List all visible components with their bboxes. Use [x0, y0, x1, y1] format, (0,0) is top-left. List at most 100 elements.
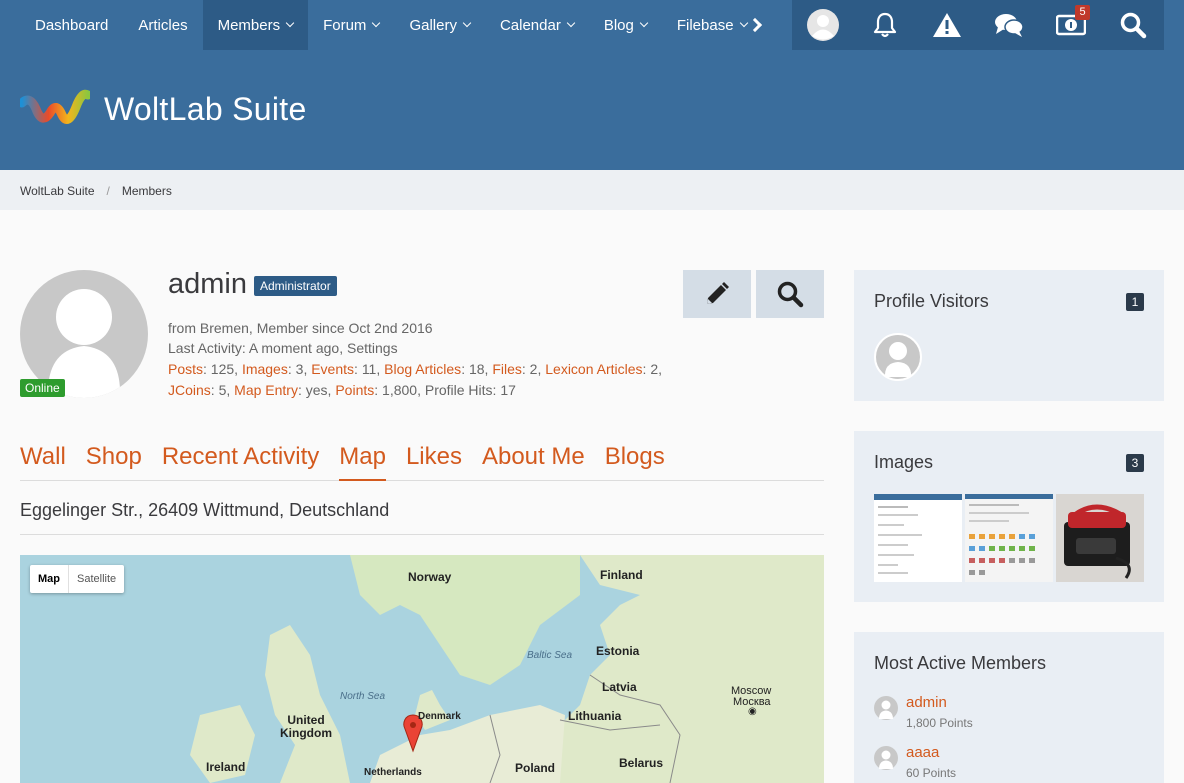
tab-blogs[interactable]: Blogs [605, 443, 665, 481]
most-active-members-title: Most Active Members [874, 653, 1047, 673]
stat-images-value: 3 [295, 361, 304, 377]
default-avatar-icon [874, 333, 922, 381]
tab-map[interactable]: Map [339, 443, 386, 481]
map-canvas [190, 555, 824, 783]
woltlab-logo-icon [20, 89, 90, 124]
map-label-norway: Norway [408, 570, 452, 584]
stat-images-link[interactable]: Images [242, 361, 288, 377]
profile-meta-line: from Bremen, Member since Oct 2nd 2016 [168, 320, 433, 336]
nav-item-forum[interactable]: Forum [308, 0, 394, 50]
breadcrumb: WoltLab Suite / Members [20, 184, 172, 198]
tab-recent-activity[interactable]: Recent Activity [162, 443, 319, 481]
map-label-baltic-sea: Baltic Sea [527, 650, 573, 661]
profile-address: Eggelinger Str., 26409 Wittmund, Deutsch… [20, 500, 824, 535]
stat-map-entry-link[interactable]: Map Entry [234, 382, 298, 398]
site-logo[interactable]: WoltLab Suite [20, 87, 307, 131]
image-thumbnail[interactable] [1056, 494, 1144, 582]
nav-item-dashboard[interactable]: Dashboard [20, 0, 123, 50]
stat-points-value: 1,800 [382, 382, 418, 398]
most-active-members-box: Most Active Members [854, 632, 1164, 783]
screenshot-thumbnail-icon [874, 494, 962, 582]
stat-blog-articles-value: 18 [468, 361, 485, 377]
chat-bubbles-icon [995, 14, 1024, 37]
stat-blog-articles-link[interactable]: Blog Articles [384, 361, 461, 377]
map-label-lithuania: Lithuania [568, 709, 622, 723]
user-menu-button[interactable] [792, 0, 854, 50]
conversations-button[interactable] [978, 0, 1040, 50]
nav-item-label: Gallery [409, 16, 457, 34]
tab-about-me[interactable]: About Me [482, 443, 585, 481]
stat-jcoins-link[interactable]: JCoins [168, 382, 211, 398]
profile-stats: Posts: 125, Images: 3, Events: 11, Blog … [168, 361, 662, 398]
nav-item-label: Filebase [676, 16, 734, 34]
profile-tabs: Wall Shop Recent Activity Map Likes Abou… [20, 443, 824, 481]
profile-visitors-title: Profile Visitors [874, 291, 989, 311]
tab-likes[interactable]: Likes [406, 443, 462, 481]
stat-lexicon-value: 2 [650, 361, 659, 377]
notification-count-badge: 5 [1075, 5, 1090, 20]
member-points: 1,800 Points [906, 716, 973, 730]
image-thumbnail[interactable] [874, 494, 962, 582]
breadcrumb-item-members[interactable]: Members [122, 184, 172, 198]
user-panel: 5 [792, 0, 1164, 50]
stat-map-entry-value: yes [305, 382, 328, 398]
default-avatar-icon[interactable] [874, 746, 898, 770]
breadcrumb-bar: WoltLab Suite / Members [0, 170, 1184, 210]
image-thumbnail[interactable] [965, 494, 1053, 582]
map-capital-marker-icon: ◉ [748, 706, 757, 717]
nav-item-blog[interactable]: Blog [589, 0, 662, 50]
chevron-down-icon [462, 18, 472, 28]
profile-activity-line: Last Activity: A moment ago, Settings [168, 340, 398, 356]
nav-item-members[interactable]: Members [202, 0, 309, 50]
map-label-latvia: Latvia [602, 680, 637, 694]
map-label-united-kingdom: United Kingdom [280, 713, 332, 740]
nav-item-gallery[interactable]: Gallery [394, 0, 485, 50]
notifications-button[interactable] [854, 0, 916, 50]
stat-events-link[interactable]: Events [311, 361, 354, 377]
user-search-button[interactable] [756, 270, 824, 318]
breadcrumb-item-home[interactable]: WoltLab Suite [20, 184, 95, 198]
nav-item-label: Dashboard [35, 16, 109, 34]
nav-item-calendar[interactable]: Calendar [485, 0, 589, 50]
stat-files-link[interactable]: Files [492, 361, 522, 377]
menu-scroll-right-icon[interactable] [745, 0, 769, 50]
stat-events-value: 11 [361, 361, 377, 377]
nav-item-label: Members [217, 16, 281, 34]
jcoins-button[interactable]: 5 [1040, 0, 1102, 50]
map-label-estonia: Estonia [596, 644, 640, 658]
tab-shop[interactable]: Shop [86, 443, 142, 481]
visitor-avatar[interactable] [874, 333, 922, 381]
stat-lexicon-link[interactable]: Lexicon Articles [545, 361, 642, 377]
location-map[interactable]: Map Satellite Norway Finland Baltic Sea … [20, 555, 824, 783]
map-label-denmark: Denmark [418, 711, 461, 722]
user-avatar-icon [807, 9, 839, 41]
chevron-down-icon [372, 18, 381, 28]
search-button[interactable] [1102, 0, 1164, 50]
stat-posts-link[interactable]: Posts [168, 361, 203, 377]
breadcrumb-separator: / [106, 184, 110, 198]
page-header: WoltLab Suite [0, 50, 1184, 170]
online-status-badge: Online [20, 379, 65, 397]
member-name-link[interactable]: aaaa [906, 744, 939, 761]
photo-thumbnail-icon [1056, 494, 1144, 582]
default-avatar-icon[interactable] [874, 696, 898, 720]
map-label-belarus: Belarus [619, 756, 664, 770]
images-title: Images [874, 452, 934, 472]
edit-profile-button[interactable] [683, 270, 751, 318]
search-icon [777, 281, 804, 308]
nav-item-label: Blog [603, 16, 634, 34]
profile-visitors-count: 1 [1126, 293, 1144, 311]
chevron-down-icon [285, 18, 295, 28]
map-label-poland: Poland [515, 761, 556, 775]
bell-icon [873, 12, 897, 38]
top-navigation-bar: Dashboard Articles Members Forum Gallery… [0, 0, 1184, 50]
stat-posts-value: 125 [210, 361, 235, 377]
member-name-link[interactable]: admin [906, 694, 947, 711]
nav-item-articles[interactable]: Articles [123, 0, 202, 50]
stat-points-link[interactable]: Points [335, 382, 374, 398]
logo-text: WoltLab Suite [104, 90, 307, 127]
tab-wall[interactable]: Wall [20, 443, 66, 481]
moderation-button[interactable] [916, 0, 978, 50]
map-type-satellite-button[interactable]: Satellite [69, 565, 124, 593]
map-type-map-button[interactable]: Map [30, 565, 69, 593]
